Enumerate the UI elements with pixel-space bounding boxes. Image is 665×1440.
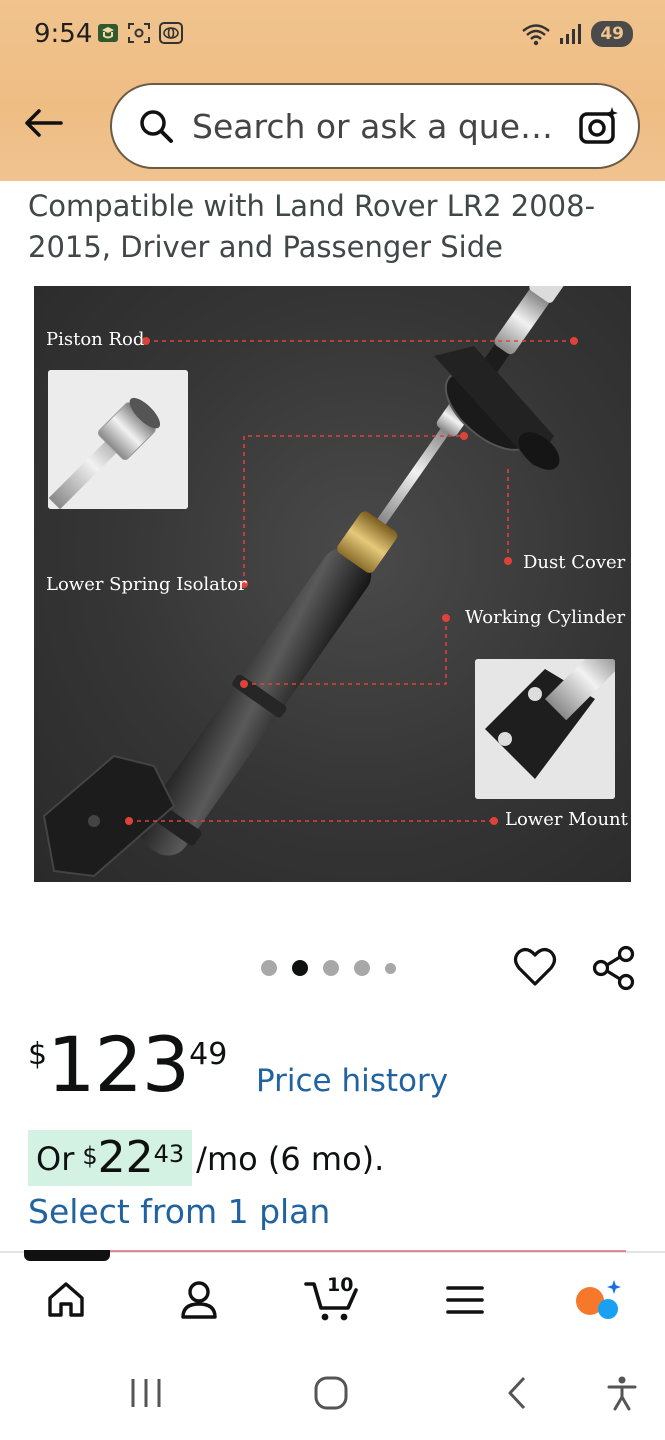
cart-count: 10 xyxy=(327,1274,354,1296)
lower-mount-closeup xyxy=(475,659,615,799)
camera-search-icon[interactable] xyxy=(578,105,620,147)
status-right-icons: 49 xyxy=(521,21,633,47)
installment-prefix: Or xyxy=(36,1140,75,1178)
product-image[interactable]: Piston Rod Lower Spring Isolator Dust Co… xyxy=(34,286,631,882)
toyota-icon xyxy=(159,22,183,44)
status-time: 9:54 xyxy=(34,19,93,49)
accessibility-icon[interactable] xyxy=(604,1375,640,1411)
heart-icon[interactable] xyxy=(513,945,557,989)
battery-level: 49 xyxy=(591,21,633,47)
label-piston-rod: Piston Rod xyxy=(46,329,145,350)
back-button[interactable] xyxy=(20,100,66,146)
price: $ 123 49 xyxy=(28,1025,227,1105)
status-left-icons xyxy=(97,22,183,44)
back-arrow-icon xyxy=(25,109,63,137)
installment-fraction: 43 xyxy=(153,1140,185,1168)
wifi-icon xyxy=(522,24,551,46)
label-working-cylinder: Working Cylinder xyxy=(465,607,626,628)
carousel-dot[interactable] xyxy=(323,960,339,976)
product-title: Compatible with Land Rover LR2 2008-2015… xyxy=(28,189,596,264)
home-icon xyxy=(48,1282,84,1317)
home-circle-icon[interactable] xyxy=(313,1375,349,1411)
nav-accent-line xyxy=(110,1250,626,1252)
scan-icon xyxy=(128,23,150,43)
share-icon[interactable] xyxy=(592,945,636,991)
carousel-dot[interactable] xyxy=(354,960,370,976)
installment-currency: $ xyxy=(82,1142,98,1170)
piston-rod-closeup xyxy=(48,370,188,509)
installment-suffix: /mo (6 mo). xyxy=(196,1140,385,1178)
menu-icon xyxy=(446,1286,484,1314)
search-bar[interactable]: Search or ask a que… xyxy=(110,83,640,169)
installment-highlight: Or $ 22 43 xyxy=(28,1130,193,1186)
price-history-link[interactable]: Price history xyxy=(256,1063,448,1099)
installment-offer: Or $ 22 43 /mo (6 mo). xyxy=(28,1130,384,1186)
status-bar: 9:54 49 xyxy=(0,0,665,70)
rufus-icon xyxy=(576,1280,621,1319)
search-icon xyxy=(140,110,173,143)
nav-account[interactable] xyxy=(164,1262,234,1338)
price-currency: $ xyxy=(28,1037,48,1072)
account-icon xyxy=(181,1281,217,1319)
price-whole: 123 xyxy=(47,1020,190,1109)
app-icon xyxy=(98,24,118,42)
system-nav-bar xyxy=(0,1345,665,1440)
carousel-dot[interactable] xyxy=(261,960,277,976)
back-icon[interactable] xyxy=(500,1375,536,1411)
search-input[interactable]: Search or ask a que… xyxy=(192,107,553,146)
nav-home[interactable] xyxy=(31,1262,101,1338)
label-lower-mount: Lower Mount xyxy=(505,809,628,830)
recents-icon[interactable] xyxy=(128,1375,164,1411)
installment-whole: 22 xyxy=(97,1132,154,1183)
image-carousel-dots[interactable] xyxy=(261,960,396,976)
label-lower-spring-isolator: Lower Spring Isolator xyxy=(46,574,247,595)
carousel-dot[interactable] xyxy=(385,962,396,974)
price-fraction: 49 xyxy=(189,1037,228,1072)
nav-rufus[interactable] xyxy=(563,1262,633,1338)
active-tab-indicator xyxy=(24,1250,110,1261)
label-dust-cover: Dust Cover xyxy=(523,552,626,573)
signal-icon xyxy=(560,24,582,44)
nav-menu[interactable] xyxy=(430,1262,500,1338)
select-plan-link[interactable]: Select from 1 plan xyxy=(28,1192,330,1231)
carousel-dot-active[interactable] xyxy=(292,960,308,976)
app-header: 9:54 49 Search or ask a que… xyxy=(0,0,665,181)
